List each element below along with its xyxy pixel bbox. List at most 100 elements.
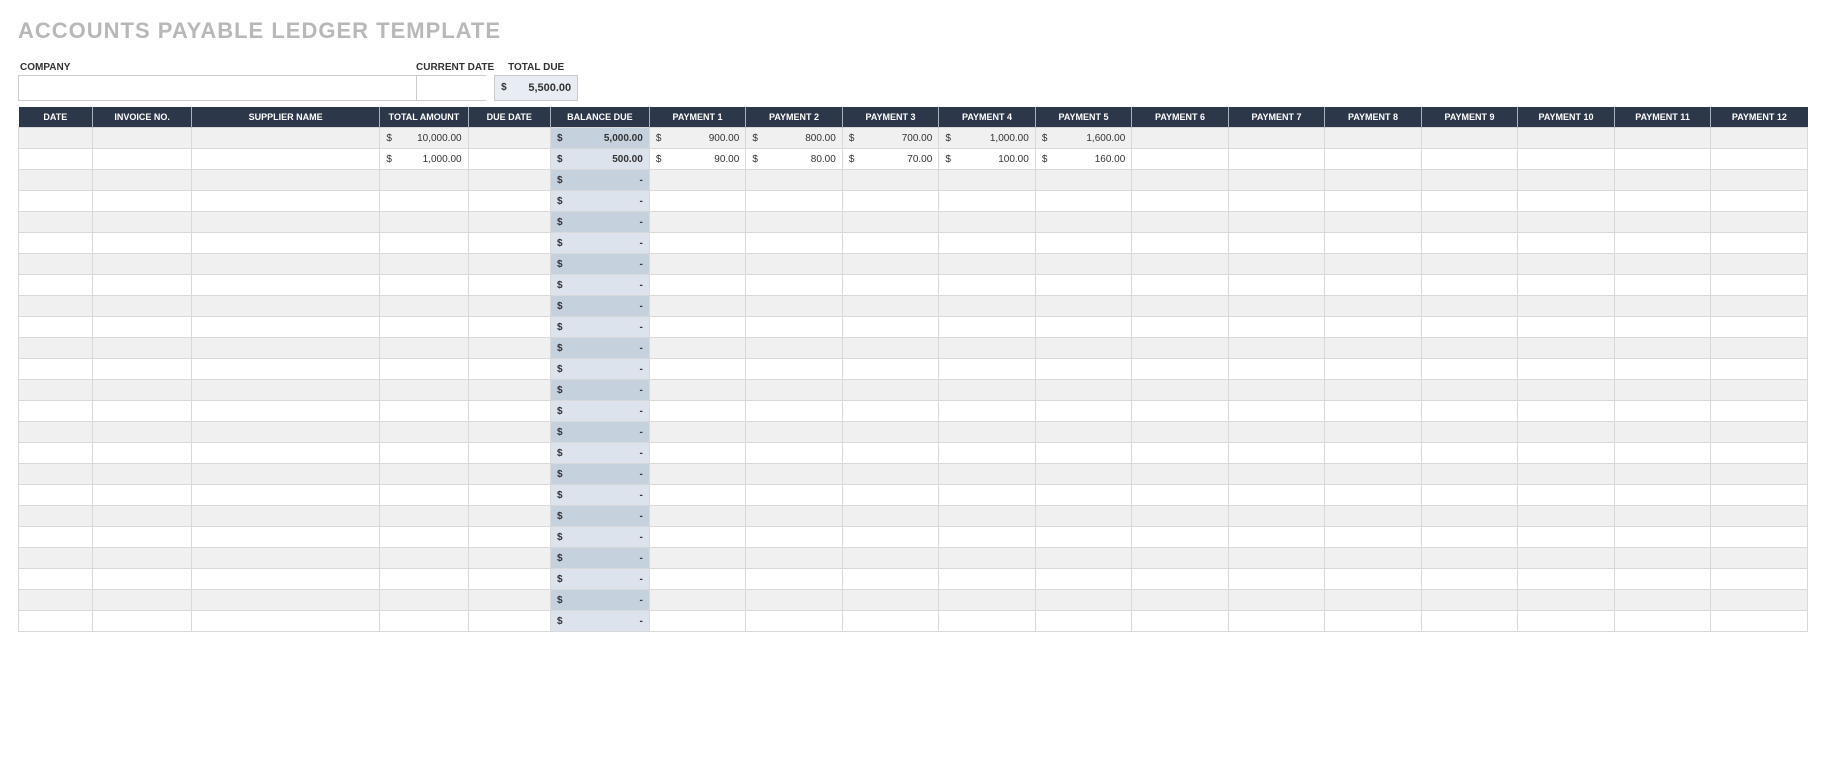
date-cell[interactable] [19,506,93,527]
payment-cell[interactable] [1614,380,1711,401]
date-cell[interactable] [19,527,93,548]
payment-cell[interactable] [1132,380,1229,401]
total-amount-cell[interactable] [380,401,468,422]
payment-cell[interactable] [842,212,939,233]
payment-cell[interactable] [1035,380,1132,401]
payment-cell[interactable] [1518,506,1615,527]
payment-cell[interactable] [1325,506,1422,527]
payment-cell[interactable] [1711,275,1808,296]
payment-cell[interactable] [649,548,746,569]
payment-cell[interactable] [649,338,746,359]
payment-cell[interactable] [746,464,843,485]
supplier-cell[interactable] [192,611,380,632]
balance-due-cell[interactable]: $- [550,170,649,191]
payment-cell[interactable] [1711,254,1808,275]
payment-cell[interactable] [1614,569,1711,590]
payment-cell[interactable] [842,611,939,632]
supplier-cell[interactable] [192,590,380,611]
payment-cell[interactable] [1421,359,1518,380]
payment-cell[interactable] [1325,401,1422,422]
payment-cell[interactable]: $100.00 [939,149,1036,170]
balance-due-cell[interactable]: $- [550,212,649,233]
invoice-cell[interactable] [93,422,192,443]
payment-cell[interactable] [1325,464,1422,485]
payment-cell[interactable] [1614,275,1711,296]
due-date-cell[interactable] [468,359,550,380]
payment-cell[interactable] [842,170,939,191]
payment-cell[interactable] [1614,338,1711,359]
payment-cell[interactable] [1325,254,1422,275]
supplier-cell[interactable] [192,464,380,485]
payment-cell[interactable] [1035,506,1132,527]
payment-cell[interactable] [649,527,746,548]
date-cell[interactable] [19,569,93,590]
payment-cell[interactable] [1711,212,1808,233]
payment-cell[interactable] [649,296,746,317]
payment-cell[interactable] [1614,149,1711,170]
payment-cell[interactable] [1228,149,1325,170]
payment-cell[interactable] [1421,548,1518,569]
payment-cell[interactable] [649,170,746,191]
invoice-cell[interactable] [93,233,192,254]
total-amount-cell[interactable] [380,317,468,338]
supplier-cell[interactable] [192,359,380,380]
total-amount-cell[interactable] [380,233,468,254]
payment-cell[interactable] [1614,170,1711,191]
payment-cell[interactable] [746,275,843,296]
payment-cell[interactable] [1325,485,1422,506]
date-cell[interactable] [19,170,93,191]
payment-cell[interactable] [1421,170,1518,191]
invoice-cell[interactable] [93,569,192,590]
date-cell[interactable] [19,590,93,611]
payment-cell[interactable] [1228,338,1325,359]
payment-cell[interactable] [746,485,843,506]
due-date-cell[interactable] [468,212,550,233]
payment-cell[interactable]: $700.00 [842,128,939,149]
payment-cell[interactable] [746,380,843,401]
payment-cell[interactable] [1614,359,1711,380]
payment-cell[interactable] [1035,443,1132,464]
payment-cell[interactable] [649,401,746,422]
payment-cell[interactable] [746,212,843,233]
payment-cell[interactable] [1421,233,1518,254]
payment-cell[interactable] [1325,149,1422,170]
payment-cell[interactable] [1325,548,1422,569]
payment-cell[interactable] [1132,401,1229,422]
payment-cell[interactable] [1421,401,1518,422]
payment-cell[interactable] [1711,191,1808,212]
payment-cell[interactable] [1614,506,1711,527]
payment-cell[interactable] [1228,296,1325,317]
balance-due-cell[interactable]: $- [550,380,649,401]
payment-cell[interactable] [1325,338,1422,359]
payment-cell[interactable] [842,464,939,485]
balance-due-cell[interactable]: $- [550,485,649,506]
payment-cell[interactable] [1325,527,1422,548]
payment-cell[interactable] [746,296,843,317]
payment-cell[interactable] [1325,170,1422,191]
invoice-cell[interactable] [93,464,192,485]
payment-cell[interactable] [1711,401,1808,422]
total-amount-cell[interactable] [380,548,468,569]
payment-cell[interactable] [842,338,939,359]
payment-cell[interactable] [842,485,939,506]
payment-cell[interactable]: $1,600.00 [1035,128,1132,149]
balance-due-cell[interactable]: $- [550,191,649,212]
payment-cell[interactable] [1518,527,1615,548]
payment-cell[interactable] [1325,296,1422,317]
supplier-cell[interactable] [192,569,380,590]
payment-cell[interactable] [649,422,746,443]
total-amount-cell[interactable] [380,296,468,317]
supplier-cell[interactable] [192,128,380,149]
payment-cell[interactable] [649,464,746,485]
payment-cell[interactable] [746,170,843,191]
payment-cell[interactable] [1711,527,1808,548]
invoice-cell[interactable] [93,296,192,317]
payment-cell[interactable] [939,296,1036,317]
payment-cell[interactable] [842,401,939,422]
payment-cell[interactable] [1228,506,1325,527]
payment-cell[interactable] [746,233,843,254]
payment-cell[interactable] [1421,254,1518,275]
payment-cell[interactable] [1518,233,1615,254]
payment-cell[interactable] [1711,611,1808,632]
payment-cell[interactable] [1711,590,1808,611]
